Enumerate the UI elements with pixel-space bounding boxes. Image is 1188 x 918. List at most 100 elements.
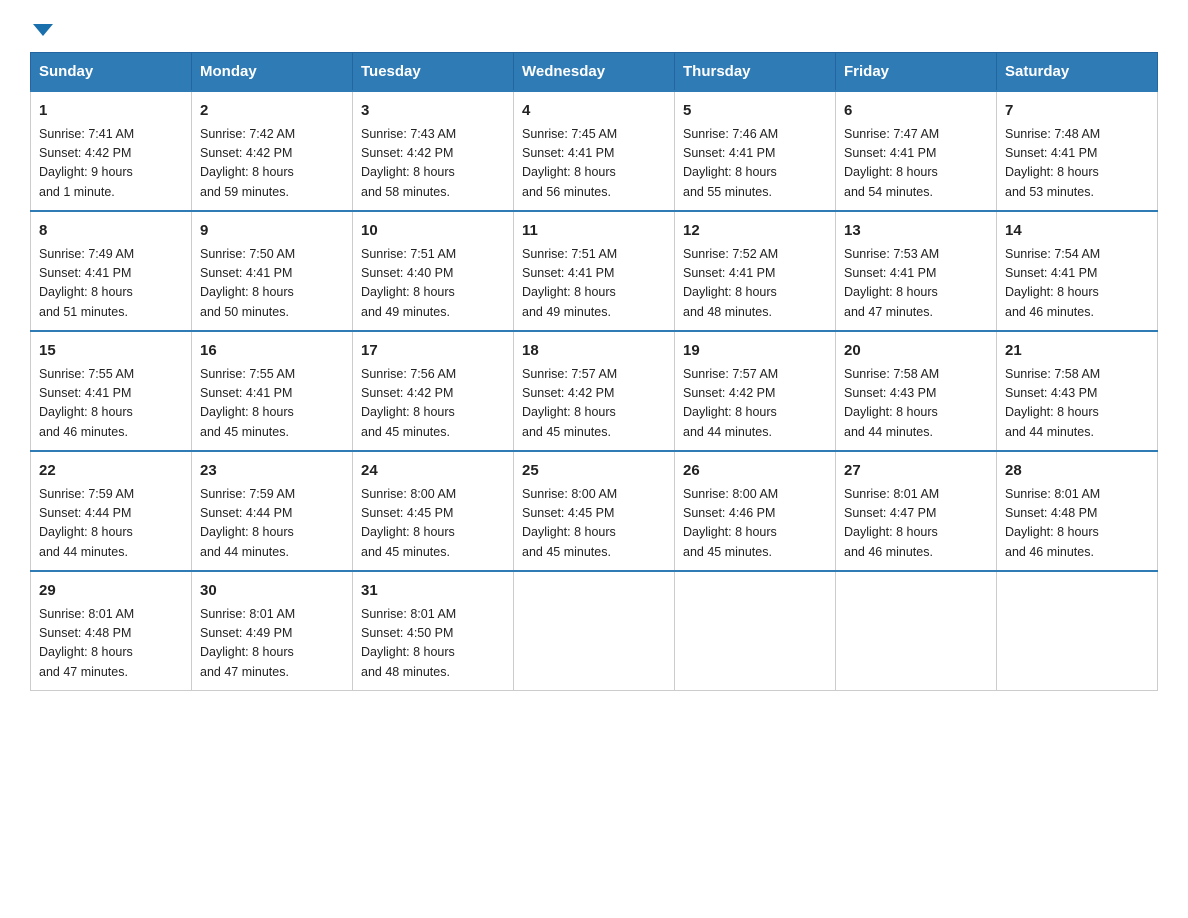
calendar-cell: 4Sunrise: 7:45 AM Sunset: 4:41 PM Daylig… (514, 91, 675, 211)
calendar-cell: 16Sunrise: 7:55 AM Sunset: 4:41 PM Dayli… (192, 331, 353, 451)
calendar-header-row: SundayMondayTuesdayWednesdayThursdayFrid… (31, 53, 1158, 92)
day-number: 1 (39, 100, 183, 123)
calendar-cell (514, 571, 675, 691)
day-info: Sunrise: 7:55 AM Sunset: 4:41 PM Dayligh… (200, 365, 344, 443)
calendar-cell: 15Sunrise: 7:55 AM Sunset: 4:41 PM Dayli… (31, 331, 192, 451)
calendar-week-row: 29Sunrise: 8:01 AM Sunset: 4:48 PM Dayli… (31, 571, 1158, 691)
day-number: 26 (683, 460, 827, 483)
calendar-cell: 23Sunrise: 7:59 AM Sunset: 4:44 PM Dayli… (192, 451, 353, 571)
calendar-day-header: Sunday (31, 53, 192, 92)
day-info: Sunrise: 7:51 AM Sunset: 4:41 PM Dayligh… (522, 245, 666, 323)
page-header (30, 20, 1158, 32)
calendar-cell (675, 571, 836, 691)
day-number: 19 (683, 340, 827, 363)
calendar-cell: 21Sunrise: 7:58 AM Sunset: 4:43 PM Dayli… (997, 331, 1158, 451)
day-info: Sunrise: 7:59 AM Sunset: 4:44 PM Dayligh… (39, 485, 183, 563)
day-info: Sunrise: 7:53 AM Sunset: 4:41 PM Dayligh… (844, 245, 988, 323)
day-number: 2 (200, 100, 344, 123)
day-info: Sunrise: 8:01 AM Sunset: 4:49 PM Dayligh… (200, 605, 344, 683)
day-info: Sunrise: 8:00 AM Sunset: 4:46 PM Dayligh… (683, 485, 827, 563)
day-info: Sunrise: 7:58 AM Sunset: 4:43 PM Dayligh… (844, 365, 988, 443)
calendar-day-header: Monday (192, 53, 353, 92)
calendar-cell: 30Sunrise: 8:01 AM Sunset: 4:49 PM Dayli… (192, 571, 353, 691)
day-info: Sunrise: 7:54 AM Sunset: 4:41 PM Dayligh… (1005, 245, 1149, 323)
calendar-week-row: 1Sunrise: 7:41 AM Sunset: 4:42 PM Daylig… (31, 91, 1158, 211)
calendar-cell: 8Sunrise: 7:49 AM Sunset: 4:41 PM Daylig… (31, 211, 192, 331)
day-info: Sunrise: 7:57 AM Sunset: 4:42 PM Dayligh… (522, 365, 666, 443)
logo (30, 20, 53, 32)
day-info: Sunrise: 7:47 AM Sunset: 4:41 PM Dayligh… (844, 125, 988, 203)
day-number: 7 (1005, 100, 1149, 123)
day-info: Sunrise: 7:42 AM Sunset: 4:42 PM Dayligh… (200, 125, 344, 203)
calendar-week-row: 15Sunrise: 7:55 AM Sunset: 4:41 PM Dayli… (31, 331, 1158, 451)
calendar-day-header: Friday (836, 53, 997, 92)
calendar-cell: 1Sunrise: 7:41 AM Sunset: 4:42 PM Daylig… (31, 91, 192, 211)
day-number: 20 (844, 340, 988, 363)
calendar-cell: 14Sunrise: 7:54 AM Sunset: 4:41 PM Dayli… (997, 211, 1158, 331)
calendar-cell: 19Sunrise: 7:57 AM Sunset: 4:42 PM Dayli… (675, 331, 836, 451)
day-number: 9 (200, 220, 344, 243)
day-number: 10 (361, 220, 505, 243)
calendar-cell: 11Sunrise: 7:51 AM Sunset: 4:41 PM Dayli… (514, 211, 675, 331)
calendar-day-header: Tuesday (353, 53, 514, 92)
day-number: 12 (683, 220, 827, 243)
calendar-cell: 24Sunrise: 8:00 AM Sunset: 4:45 PM Dayli… (353, 451, 514, 571)
calendar-cell: 25Sunrise: 8:00 AM Sunset: 4:45 PM Dayli… (514, 451, 675, 571)
calendar-cell: 10Sunrise: 7:51 AM Sunset: 4:40 PM Dayli… (353, 211, 514, 331)
day-info: Sunrise: 7:45 AM Sunset: 4:41 PM Dayligh… (522, 125, 666, 203)
day-number: 17 (361, 340, 505, 363)
day-info: Sunrise: 7:57 AM Sunset: 4:42 PM Dayligh… (683, 365, 827, 443)
day-number: 25 (522, 460, 666, 483)
day-number: 29 (39, 580, 183, 603)
day-number: 31 (361, 580, 505, 603)
day-number: 3 (361, 100, 505, 123)
day-info: Sunrise: 7:50 AM Sunset: 4:41 PM Dayligh… (200, 245, 344, 323)
calendar-week-row: 22Sunrise: 7:59 AM Sunset: 4:44 PM Dayli… (31, 451, 1158, 571)
day-info: Sunrise: 7:48 AM Sunset: 4:41 PM Dayligh… (1005, 125, 1149, 203)
calendar-cell (836, 571, 997, 691)
day-number: 24 (361, 460, 505, 483)
calendar-cell: 22Sunrise: 7:59 AM Sunset: 4:44 PM Dayli… (31, 451, 192, 571)
day-number: 5 (683, 100, 827, 123)
day-info: Sunrise: 7:52 AM Sunset: 4:41 PM Dayligh… (683, 245, 827, 323)
day-info: Sunrise: 8:01 AM Sunset: 4:48 PM Dayligh… (1005, 485, 1149, 563)
day-number: 11 (522, 220, 666, 243)
day-number: 28 (1005, 460, 1149, 483)
day-info: Sunrise: 7:56 AM Sunset: 4:42 PM Dayligh… (361, 365, 505, 443)
calendar-cell: 31Sunrise: 8:01 AM Sunset: 4:50 PM Dayli… (353, 571, 514, 691)
day-info: Sunrise: 7:59 AM Sunset: 4:44 PM Dayligh… (200, 485, 344, 563)
calendar-cell: 5Sunrise: 7:46 AM Sunset: 4:41 PM Daylig… (675, 91, 836, 211)
calendar-cell: 6Sunrise: 7:47 AM Sunset: 4:41 PM Daylig… (836, 91, 997, 211)
day-info: Sunrise: 8:01 AM Sunset: 4:50 PM Dayligh… (361, 605, 505, 683)
calendar-day-header: Wednesday (514, 53, 675, 92)
day-number: 8 (39, 220, 183, 243)
calendar-cell: 28Sunrise: 8:01 AM Sunset: 4:48 PM Dayli… (997, 451, 1158, 571)
calendar-cell: 20Sunrise: 7:58 AM Sunset: 4:43 PM Dayli… (836, 331, 997, 451)
day-number: 22 (39, 460, 183, 483)
calendar-cell: 27Sunrise: 8:01 AM Sunset: 4:47 PM Dayli… (836, 451, 997, 571)
calendar-cell: 17Sunrise: 7:56 AM Sunset: 4:42 PM Dayli… (353, 331, 514, 451)
calendar-table: SundayMondayTuesdayWednesdayThursdayFrid… (30, 52, 1158, 691)
day-info: Sunrise: 7:58 AM Sunset: 4:43 PM Dayligh… (1005, 365, 1149, 443)
calendar-cell: 29Sunrise: 8:01 AM Sunset: 4:48 PM Dayli… (31, 571, 192, 691)
day-info: Sunrise: 7:49 AM Sunset: 4:41 PM Dayligh… (39, 245, 183, 323)
day-info: Sunrise: 8:01 AM Sunset: 4:47 PM Dayligh… (844, 485, 988, 563)
calendar-cell: 13Sunrise: 7:53 AM Sunset: 4:41 PM Dayli… (836, 211, 997, 331)
day-info: Sunrise: 7:43 AM Sunset: 4:42 PM Dayligh… (361, 125, 505, 203)
day-number: 13 (844, 220, 988, 243)
day-number: 4 (522, 100, 666, 123)
day-number: 27 (844, 460, 988, 483)
day-number: 21 (1005, 340, 1149, 363)
calendar-week-row: 8Sunrise: 7:49 AM Sunset: 4:41 PM Daylig… (31, 211, 1158, 331)
day-info: Sunrise: 7:51 AM Sunset: 4:40 PM Dayligh… (361, 245, 505, 323)
day-number: 30 (200, 580, 344, 603)
logo-arrow-icon (33, 24, 53, 36)
day-number: 15 (39, 340, 183, 363)
day-info: Sunrise: 7:55 AM Sunset: 4:41 PM Dayligh… (39, 365, 183, 443)
day-number: 18 (522, 340, 666, 363)
day-info: Sunrise: 7:41 AM Sunset: 4:42 PM Dayligh… (39, 125, 183, 203)
calendar-cell (997, 571, 1158, 691)
calendar-cell: 7Sunrise: 7:48 AM Sunset: 4:41 PM Daylig… (997, 91, 1158, 211)
day-number: 16 (200, 340, 344, 363)
day-info: Sunrise: 8:01 AM Sunset: 4:48 PM Dayligh… (39, 605, 183, 683)
